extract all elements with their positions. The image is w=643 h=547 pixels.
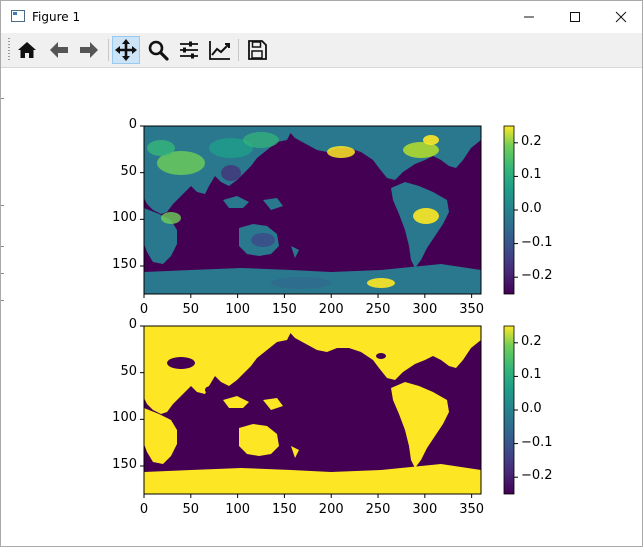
- field-blob: [271, 277, 331, 289]
- colorbar-tick-label: −0.2: [521, 468, 553, 484]
- lake-hole: [205, 386, 217, 394]
- colorbar-tick-label: 0.1: [521, 167, 542, 183]
- x-tick-label: 300: [412, 502, 438, 517]
- x-tick-label: 200: [318, 502, 344, 517]
- zoom-button[interactable]: [144, 36, 172, 64]
- x-tick-label: 250: [365, 302, 391, 317]
- x-tick-label: 100: [225, 302, 251, 317]
- colorbar-tick-label: 0.1: [521, 367, 542, 383]
- field-blob: [161, 212, 181, 224]
- minimize-icon: [524, 16, 534, 18]
- maximize-icon: [570, 12, 580, 22]
- close-button[interactable]: [598, 1, 643, 33]
- zoom-icon: [148, 40, 169, 61]
- field-blob: [423, 135, 439, 145]
- window-title: Figure 1: [32, 10, 81, 24]
- x-tick-label: 150: [271, 302, 297, 317]
- x-tick-label: 50: [182, 302, 200, 317]
- pan-icon: [115, 39, 137, 61]
- minimize-button[interactable]: [506, 1, 552, 33]
- home-button[interactable]: [13, 36, 41, 64]
- x-tick-label: 150: [271, 502, 297, 517]
- colorbar-tick-label: 0.0: [521, 201, 542, 216]
- colorbar-tick-label: −0.1: [521, 234, 553, 250]
- x-tick-label: 300: [412, 302, 438, 317]
- y-tick-label: 150: [112, 457, 137, 472]
- home-icon: [18, 42, 36, 58]
- colorbar-tick-label: 0.0: [521, 401, 542, 416]
- x-tick-label: 0: [139, 302, 149, 317]
- pan-button[interactable]: [112, 36, 140, 64]
- y-tick-label: 50: [120, 363, 137, 379]
- y-tick-label: 0: [128, 117, 137, 132]
- subplot-bottom: [143, 325, 482, 495]
- figure-window: Figure 1 0 50 100 150 200 250 300 350 0 …: [0, 0, 643, 547]
- forward-icon: [80, 42, 98, 58]
- x-tick-label: 0: [139, 502, 149, 517]
- y-tick-label: 100: [112, 210, 137, 226]
- colorbar-bottom: [503, 325, 515, 495]
- colorbar-tick-label: −0.2: [521, 268, 553, 284]
- back-button[interactable]: [45, 36, 73, 64]
- lake-hole: [167, 357, 195, 369]
- field-blob: [413, 208, 439, 224]
- x-tick-label: 100: [225, 502, 251, 517]
- y-tick-label: 150: [112, 257, 137, 272]
- field-blob: [147, 140, 175, 156]
- navigation-toolbar: [1, 33, 642, 68]
- colorbar-top: [503, 125, 515, 295]
- x-tick-label: 50: [182, 502, 200, 517]
- subplots-button[interactable]: [175, 36, 203, 64]
- maximize-button[interactable]: [552, 1, 598, 33]
- x-tick-label: 200: [318, 302, 344, 317]
- field-blob: [367, 278, 395, 288]
- figure-canvas[interactable]: 0 50 100 150 200 250 300 350 0 50 100 150 0.2 0.1 0.0 −…: [1, 68, 642, 546]
- field-blob: [221, 165, 241, 181]
- y-tick-label: 0: [128, 317, 137, 332]
- x-tick-label: 350: [459, 502, 485, 517]
- close-icon: [615, 11, 627, 23]
- back-icon: [50, 42, 68, 58]
- forward-button[interactable]: [75, 36, 103, 64]
- field-blob: [243, 132, 279, 148]
- field-blob: [251, 233, 275, 247]
- field-blob: [327, 146, 355, 158]
- subplot-top: [143, 125, 482, 295]
- colorbar-tick-label: 0.2: [521, 133, 542, 149]
- x-tick-label: 350: [459, 302, 485, 317]
- toolbar-separator: [108, 39, 109, 61]
- axes-icon: [209, 41, 230, 60]
- title-bar: Figure 1: [1, 1, 642, 33]
- toolbar-grip[interactable]: [8, 38, 10, 62]
- x-tick-label: 250: [365, 502, 391, 517]
- lake-hole: [376, 353, 386, 359]
- save-button[interactable]: [243, 36, 271, 64]
- edit-axes-button[interactable]: [206, 36, 234, 64]
- toolbar-separator: [238, 39, 239, 61]
- y-tick-label: 100: [112, 410, 137, 426]
- figure-app-icon: [11, 10, 25, 22]
- y-tick-label: 50: [120, 163, 137, 179]
- subplots-icon: [180, 41, 198, 59]
- colorbar-tick-label: 0.2: [521, 333, 542, 349]
- save-icon: [248, 40, 267, 60]
- colorbar-tick-label: −0.1: [521, 434, 553, 450]
